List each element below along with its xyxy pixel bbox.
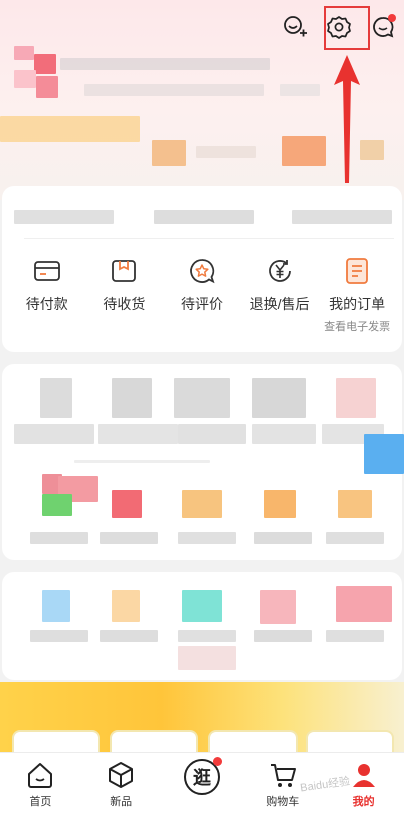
package-icon bbox=[112, 260, 137, 282]
order-pending-receipt[interactable]: 待收货 bbox=[88, 256, 160, 334]
order-item-label: 待评价 bbox=[180, 296, 223, 312]
notification-dot bbox=[212, 757, 222, 766]
order-item-label: 我的订单 bbox=[329, 296, 386, 312]
nav-label: 新品 bbox=[110, 796, 133, 808]
cube-icon bbox=[109, 762, 134, 788]
services-grid-card bbox=[2, 364, 404, 560]
notification-dot bbox=[388, 14, 396, 22]
more-services-card bbox=[2, 572, 402, 680]
order-shortcuts: 待付款 待收货 待评价 退换/售后 我的订单 查看电子发票 bbox=[2, 256, 402, 334]
order-item-label: 退换/售后 bbox=[249, 296, 310, 312]
review-star-icon bbox=[190, 259, 215, 284]
order-item-label: 待收货 bbox=[103, 296, 146, 312]
orders-doc-icon bbox=[346, 258, 369, 284]
nav-label: 我的 bbox=[352, 796, 375, 808]
order-pending-review[interactable]: 待评价 bbox=[166, 256, 238, 334]
wallet-icon bbox=[33, 261, 60, 281]
order-pending-payment[interactable]: 待付款 bbox=[11, 256, 83, 334]
messages-button[interactable] bbox=[368, 12, 398, 42]
orders-card: 待付款 待收货 待评价 退换/售后 我的订单 查看电子发票 bbox=[2, 186, 402, 352]
divider bbox=[24, 238, 394, 239]
my-orders[interactable]: 我的订单 查看电子发票 bbox=[321, 256, 393, 334]
cart-icon bbox=[270, 764, 296, 787]
nav-home[interactable]: 首页 bbox=[5, 753, 75, 809]
nav-label: 购物车 bbox=[266, 796, 300, 808]
settings-highlight-box bbox=[324, 6, 370, 50]
add-friend-button[interactable] bbox=[280, 12, 310, 42]
pointer-arrow bbox=[334, 55, 360, 183]
profile-icon bbox=[352, 764, 375, 787]
nav-label: 首页 bbox=[29, 796, 52, 808]
add-friend-icon bbox=[284, 16, 307, 37]
view-e-invoice-link[interactable]: 查看电子发票 bbox=[324, 318, 390, 334]
order-refund-aftersale[interactable]: 退换/售后 bbox=[244, 256, 316, 334]
nav-explore[interactable]: 逛 bbox=[167, 753, 237, 797]
home-icon bbox=[28, 763, 53, 788]
nav-new-products[interactable]: 新品 bbox=[86, 753, 156, 809]
refund-yen-icon bbox=[268, 260, 291, 282]
order-item-label: 待付款 bbox=[25, 296, 68, 312]
